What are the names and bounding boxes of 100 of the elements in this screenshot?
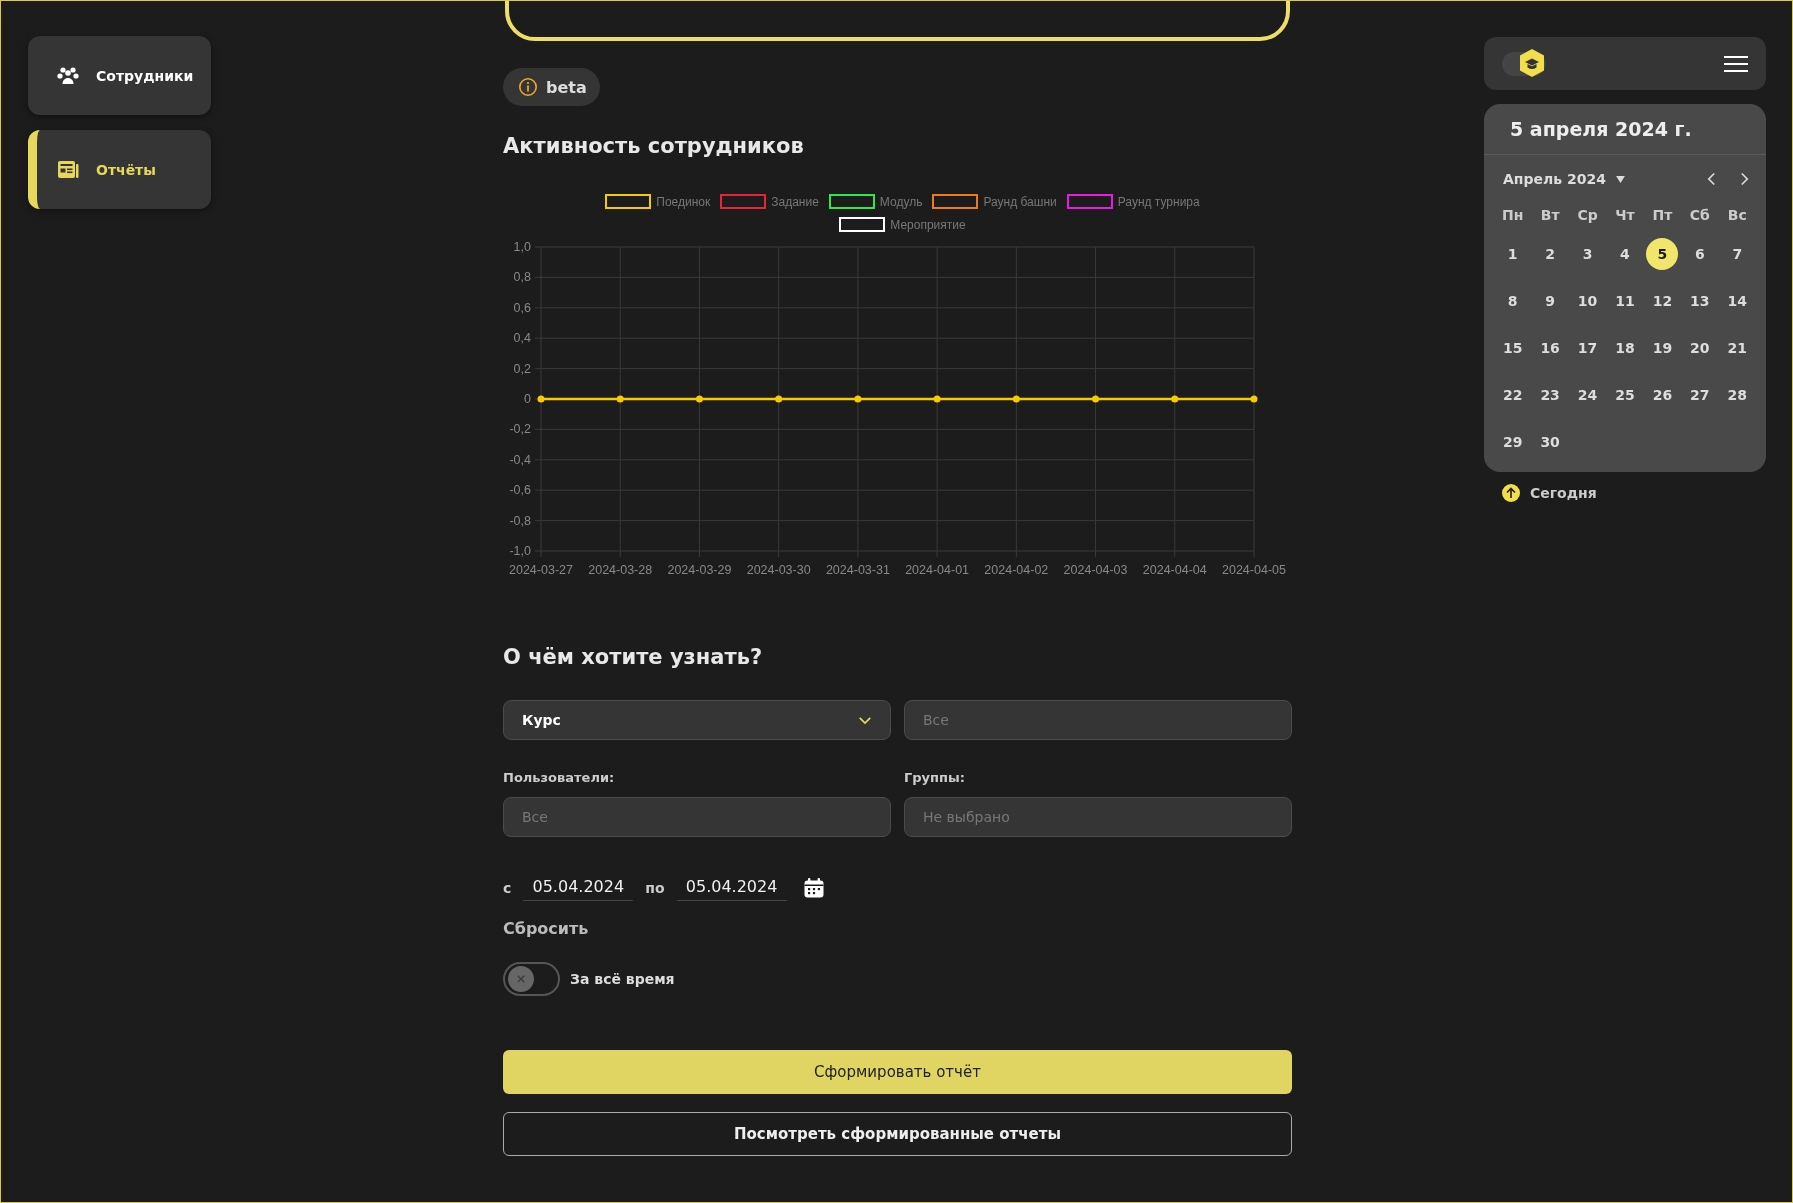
calendar-day[interactable]: 30 — [1534, 426, 1567, 458]
calendar-day[interactable]: 1 — [1496, 238, 1529, 270]
calendar-day[interactable]: 15 — [1496, 332, 1529, 364]
section-title: О чём хотите узнать? — [503, 645, 764, 669]
x-tick-label: 2024-04-03 — [1063, 563, 1128, 577]
date-field[interactable]: 05.04.2024 — [676, 875, 787, 901]
y-tick-label: 0,8 — [513, 270, 531, 285]
y-tick-label: 0,4 — [513, 331, 531, 346]
calendar-day[interactable]: 20 — [1683, 332, 1716, 364]
calendar-day[interactable]: 24 — [1571, 379, 1604, 411]
info-icon — [518, 77, 538, 97]
calendar-day[interactable]: 13 — [1683, 285, 1716, 317]
calendar-day[interactable]: 5 — [1646, 238, 1679, 270]
x-tick-label: 2024-03-30 — [746, 563, 811, 577]
calendar-day[interactable]: 8 — [1496, 285, 1529, 317]
reset-link[interactable]: Сбросить — [503, 919, 589, 938]
y-tick-label: -0,6 — [509, 483, 531, 498]
chevron-right-icon[interactable] — [1739, 171, 1750, 187]
x-tick-label: 2024-03-29 — [667, 563, 732, 577]
input-field[interactable]: Все — [503, 797, 891, 837]
close-icon — [508, 966, 534, 992]
data-point — [695, 395, 703, 403]
weekday-label: Вс — [1726, 207, 1748, 223]
calendar-day[interactable]: 10 — [1571, 285, 1604, 317]
chevron-down-icon — [858, 715, 872, 725]
calendar-day[interactable]: 14 — [1721, 285, 1754, 317]
calendar-day[interactable]: 4 — [1609, 238, 1641, 270]
calendar-day[interactable]: 19 — [1646, 332, 1679, 364]
month-selector[interactable]: Апрель 2024 — [1503, 171, 1625, 187]
date-label: с — [503, 880, 512, 896]
section-title: Активность сотрудников — [503, 134, 805, 158]
calendar-day[interactable]: 9 — [1534, 285, 1567, 317]
y-tick-label: 0 — [524, 392, 531, 406]
calendar-day[interactable]: 17 — [1571, 332, 1604, 364]
data-point — [1171, 395, 1179, 403]
data-point — [775, 395, 783, 403]
calendar-day[interactable]: 18 — [1609, 332, 1641, 364]
legend-label: Модуль — [879, 194, 923, 209]
legend-label: Поединок — [656, 194, 711, 209]
data-point — [616, 395, 624, 403]
calendar-day[interactable]: 3 — [1571, 238, 1604, 270]
calendar-date-title: 5 апреля 2024 г. — [1484, 104, 1766, 155]
calendar-day[interactable]: 11 — [1609, 285, 1641, 317]
data-point — [1250, 395, 1258, 403]
y-tick-label: 1,0 — [513, 240, 531, 254]
today-link[interactable]: Сегодня — [1502, 484, 1766, 502]
calendar-day[interactable]: 12 — [1646, 285, 1679, 317]
calendar-day[interactable]: 7 — [1721, 238, 1754, 270]
legend-label: Мероприятие — [890, 217, 966, 232]
menu-icon[interactable] — [1724, 53, 1748, 74]
chevron-left-icon[interactable] — [1706, 171, 1717, 187]
calendar-day[interactable]: 22 — [1496, 379, 1529, 411]
field-label: Пользователи: — [503, 770, 616, 785]
sidebar-item[interactable]: Сотрудники — [28, 36, 211, 115]
generate-button[interactable]: Сформировать отчёт — [503, 1050, 1292, 1094]
calendar-day[interactable]: 29 — [1496, 426, 1529, 458]
y-tick-label: -0,2 — [509, 422, 531, 437]
beta-badge: beta — [503, 68, 600, 106]
calendar-day[interactable]: 28 — [1721, 379, 1754, 411]
toggle-switch[interactable] — [503, 962, 560, 996]
input-field[interactable]: Не выбрано — [904, 797, 1292, 837]
calendar-day[interactable]: 27 — [1683, 379, 1716, 411]
toggle-label: За всё время — [570, 971, 675, 987]
weekday-label: Чт — [1614, 207, 1636, 223]
calendar-icon[interactable] — [802, 877, 825, 899]
x-tick-label: 2024-03-28 — [588, 563, 653, 577]
calendar-day[interactable]: 21 — [1721, 332, 1754, 364]
calendar-day[interactable]: 25 — [1609, 379, 1641, 411]
calendar-day[interactable]: 23 — [1534, 379, 1567, 411]
weekday-label: Вт — [1539, 207, 1561, 223]
weekday-label: Пт — [1651, 207, 1674, 223]
weekday-label: Ср — [1576, 207, 1599, 223]
view-reports-button[interactable]: Посмотреть сформированные отчеты — [503, 1112, 1292, 1156]
dropdown-value: Курс — [522, 712, 561, 728]
data-point — [1092, 395, 1100, 403]
calendar-day[interactable]: 6 — [1683, 238, 1716, 270]
y-tick-label: -0,8 — [509, 513, 531, 528]
calendar-day[interactable]: 16 — [1534, 332, 1567, 364]
calendar-day[interactable]: 26 — [1646, 379, 1679, 411]
data-point — [1012, 395, 1020, 403]
date-field[interactable]: 05.04.2024 — [523, 875, 634, 901]
legend-label: Раунд башни — [983, 194, 1057, 209]
input-field[interactable]: Все — [904, 700, 1292, 740]
weekday-label: Сб — [1688, 207, 1711, 223]
legend-label: Раунд турнира — [1117, 194, 1200, 209]
x-tick-label: 2024-04-02 — [984, 563, 1049, 577]
y-tick-label: 0,6 — [513, 300, 531, 315]
data-point — [933, 395, 941, 403]
legend-label: Задание — [771, 194, 819, 209]
y-tick-label: -0,4 — [509, 452, 531, 467]
x-tick-label: 2024-04-05 — [1222, 563, 1286, 577]
dropdown[interactable]: Курс — [503, 700, 891, 740]
sidebar-item[interactable]: Отчёты — [28, 130, 211, 209]
calendar-day[interactable]: 2 — [1534, 238, 1567, 270]
x-tick-label: 2024-03-31 — [825, 563, 890, 577]
data-point — [537, 395, 545, 403]
date-label: по — [645, 880, 665, 896]
x-tick-label: 2024-03-27 — [509, 563, 573, 577]
caret-icon — [1616, 175, 1625, 183]
y-tick-label: 0,2 — [513, 361, 531, 376]
